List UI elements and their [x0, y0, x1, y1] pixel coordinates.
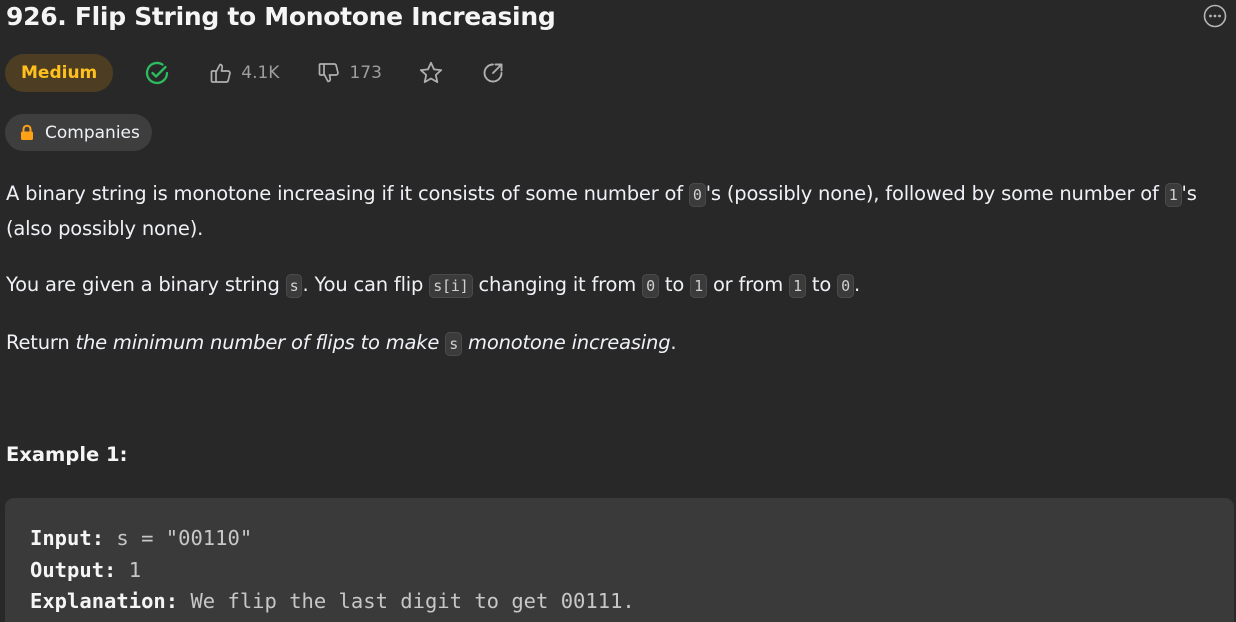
- inline-code: s: [445, 332, 463, 356]
- inline-code: 0: [642, 274, 659, 298]
- companies-label: Companies: [45, 122, 140, 143]
- companies-tag[interactable]: Companies: [5, 114, 152, 151]
- description-text: 's (possibly none), followed by some num…: [705, 182, 1165, 205]
- description-text: or from: [706, 273, 790, 296]
- share-icon[interactable]: [480, 60, 506, 86]
- lock-icon: [21, 124, 33, 140]
- emphasis-text: the minimum number of flips to make: [75, 331, 446, 354]
- input-label: Input:: [30, 526, 105, 550]
- description-paragraph: You are given a binary string s. You can…: [6, 268, 1232, 303]
- dislikes-count: 173: [349, 63, 382, 83]
- problem-description-panel: 926. Flip String to Monotone Increasing …: [0, 0, 1236, 622]
- inline-code: 0: [837, 274, 854, 298]
- description-text: You are given a binary string: [6, 273, 286, 296]
- example-output-line: Output: 1: [30, 556, 141, 584]
- check-circle-icon: [143, 59, 171, 87]
- problem-meta-row: Medium 4.1K 173: [5, 54, 506, 92]
- output-label: Output:: [30, 558, 117, 582]
- description-paragraph: Return the minimum number of flips to ma…: [6, 326, 1232, 361]
- thumbs-down-icon: [317, 61, 341, 85]
- inline-code: 1: [690, 274, 707, 298]
- inline-code: 1: [1164, 183, 1182, 207]
- example-title: Example 1:: [6, 443, 128, 466]
- emphasis-text: monotone increasing: [462, 331, 671, 354]
- like-button[interactable]: 4.1K: [209, 61, 279, 85]
- input-value: s = "00110": [104, 526, 253, 550]
- explanation-label: Explanation:: [30, 589, 179, 613]
- example-explanation-line: Explanation: We flip the last digit to g…: [30, 587, 635, 615]
- likes-count: 4.1K: [241, 63, 280, 83]
- description-text: . You can flip: [302, 273, 430, 296]
- output-value: 1: [116, 558, 142, 582]
- more-options-icon[interactable]: [1203, 4, 1227, 28]
- dislike-button[interactable]: 173: [317, 61, 382, 85]
- inline-code: s: [285, 274, 303, 298]
- description-text: A binary string is monotone increasing i…: [6, 182, 689, 205]
- problem-title: 926. Flip String to Monotone Increasing: [6, 2, 556, 31]
- description-paragraph: A binary string is monotone increasing i…: [6, 177, 1232, 245]
- description-text: .: [853, 273, 860, 296]
- inline-code: s[i]: [429, 274, 473, 298]
- thumbs-up-icon: [209, 61, 233, 85]
- difficulty-badge: Medium: [5, 54, 114, 92]
- inline-code: 1: [789, 274, 806, 298]
- example-input-line: Input: s = "00110": [30, 524, 252, 552]
- inline-code: 0: [688, 183, 706, 207]
- description-text: Return: [6, 331, 76, 354]
- star-icon[interactable]: [418, 60, 444, 86]
- explanation-value: We flip the last digit to get 00111.: [178, 589, 635, 613]
- description-text: to: [658, 273, 691, 296]
- description-text: to: [805, 273, 838, 296]
- description-text: changing it from: [472, 273, 643, 296]
- description-text: .: [670, 331, 677, 354]
